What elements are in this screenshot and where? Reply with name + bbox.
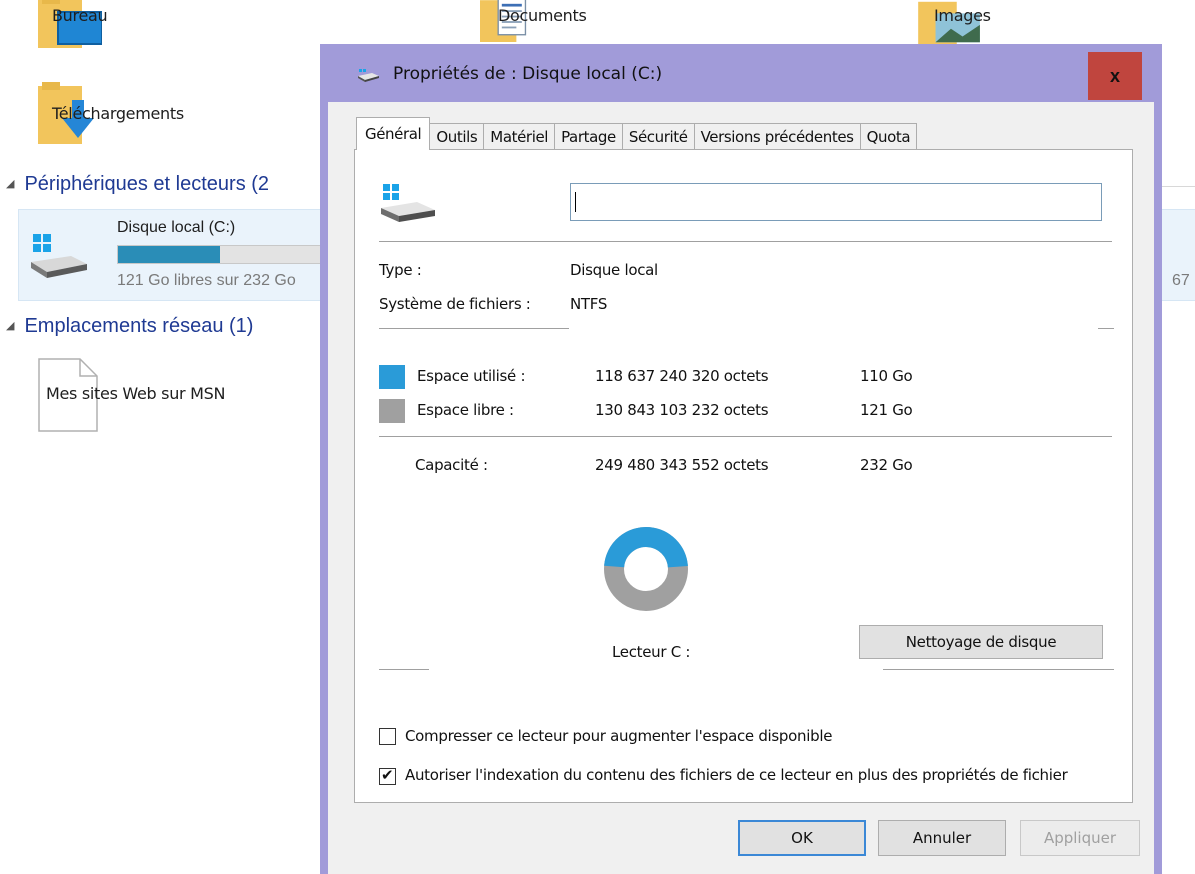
separator: [379, 436, 1112, 437]
used-space-size: 110 Go: [860, 367, 913, 385]
free-space-bytes: 130 843 103 232 octets: [595, 401, 769, 419]
index-label[interactable]: Autoriser l'indexation du contenu des fi…: [405, 765, 1105, 786]
drive-letter-label: Lecteur C :: [612, 643, 691, 661]
properties-dialog: Propriétés de : Disque local (C:) x Géné…: [320, 44, 1162, 874]
collapse-triangle-icon: ◢: [6, 320, 15, 332]
used-space-label: Espace utilisé :: [417, 367, 526, 385]
free-space-swatch: [379, 399, 405, 423]
close-button[interactable]: x: [1088, 52, 1142, 100]
network-item-label: Mes sites Web sur MSN: [46, 384, 226, 403]
index-checkbox[interactable]: ✔: [379, 767, 396, 785]
separator: [379, 241, 1112, 242]
tab-strip: Général Outils Matériel Partage Sécurité…: [356, 117, 918, 150]
folder-label: Téléchargements: [52, 104, 184, 123]
filesystem-label: Système de fichiers :: [379, 295, 531, 313]
drive-name: Disque local (C:): [117, 219, 236, 236]
used-space-bytes: 118 637 240 320 octets: [595, 367, 769, 385]
type-label: Type :: [379, 261, 422, 279]
tab-materiel[interactable]: Matériel: [483, 123, 556, 150]
tab-general[interactable]: Général: [356, 117, 431, 150]
devices-section-header[interactable]: ◢ Périphériques et lecteurs (2: [6, 173, 269, 196]
drive-name-input[interactable]: [570, 183, 1102, 221]
separator: [883, 669, 1114, 670]
free-space-size: 121 Go: [860, 401, 913, 419]
capacity-label: Capacité :: [415, 456, 488, 474]
drive-title-icon: [358, 69, 379, 82]
tab-outils[interactable]: Outils: [429, 123, 485, 150]
folder-images[interactable]: Images: [918, 0, 991, 50]
checkmark-icon: ✔: [381, 767, 394, 784]
tab-quota[interactable]: Quota: [859, 123, 918, 150]
filesystem-value: NTFS: [570, 295, 608, 313]
separator: [379, 328, 569, 329]
folder-telechargements[interactable]: Téléchargements: [36, 82, 184, 148]
capacity-bytes: 249 480 343 552 octets: [595, 456, 769, 474]
type-value: Disque local: [570, 261, 658, 279]
folder-label: Documents: [498, 6, 587, 25]
drive-free-text: 121 Go libres sur 232 Go: [117, 272, 296, 289]
dialog-title: Propriétés de : Disque local (C:): [393, 64, 663, 84]
used-space-swatch: [379, 365, 405, 389]
drive-extra-text: 67: [1172, 272, 1190, 289]
devices-header-label: Périphériques et lecteurs (2: [24, 173, 270, 195]
dialog-client-area: Général Outils Matériel Partage Sécurité…: [328, 102, 1154, 874]
cancel-button[interactable]: Annuler: [878, 820, 1006, 856]
hard-drive-icon: [381, 184, 435, 222]
drive-usage-fill: [118, 246, 220, 263]
general-tab-panel: Type : Disque local Système de fichiers …: [354, 149, 1133, 803]
network-header-label: Emplacements réseau (1): [24, 315, 254, 337]
capacity-size: 232 Go: [860, 456, 913, 474]
disk-usage-donut: [604, 527, 688, 611]
compress-checkbox[interactable]: [379, 728, 396, 745]
separator: [379, 669, 429, 670]
folder-bureau[interactable]: Bureau: [36, 0, 108, 52]
tab-securite[interactable]: Sécurité: [621, 123, 695, 150]
ok-button[interactable]: OK: [738, 820, 866, 856]
folder-label: Bureau: [52, 6, 108, 25]
apply-button[interactable]: Appliquer: [1020, 820, 1140, 856]
compress-label[interactable]: Compresser ce lecteur pour augmenter l'e…: [405, 726, 1105, 747]
disk-cleanup-button[interactable]: Nettoyage de disque: [859, 625, 1103, 659]
dialog-titlebar[interactable]: Propriétés de : Disque local (C:) x: [320, 44, 1162, 102]
text-caret: [575, 192, 576, 212]
folder-documents[interactable]: Documents: [480, 0, 587, 48]
hard-drive-icon: [31, 234, 87, 278]
tab-versions-precedentes[interactable]: Versions précédentes: [693, 123, 861, 150]
separator: [1098, 328, 1114, 329]
folder-label: Images: [934, 6, 991, 25]
collapse-triangle-icon: ◢: [6, 178, 15, 190]
network-item[interactable]: Mes sites Web sur MSN: [38, 358, 225, 432]
network-section-header[interactable]: ◢ Emplacements réseau (1): [6, 315, 253, 338]
tab-partage[interactable]: Partage: [554, 123, 623, 150]
drive-usage-bar: [117, 245, 331, 264]
free-space-label: Espace libre :: [417, 401, 514, 419]
